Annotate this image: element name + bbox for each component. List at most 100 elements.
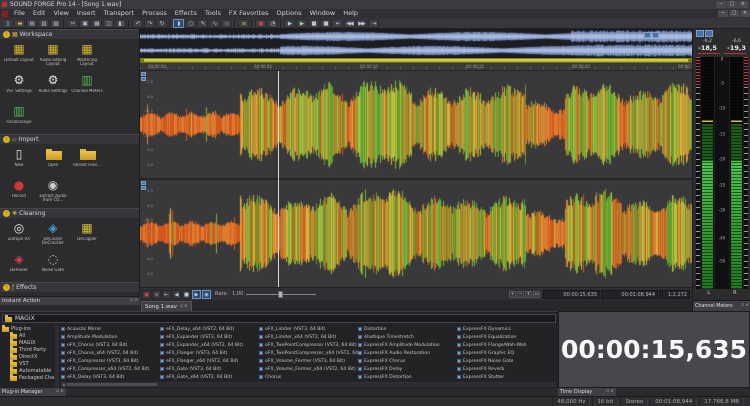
selection-end-box[interactable]: 00:01:08,944 [601,290,658,299]
close-tab-icon[interactable]: × [745,303,749,309]
pencil-tool-button[interactable]: ✎ [197,19,208,28]
menu-help[interactable]: Help [339,9,362,18]
loop-playback-button[interactable]: ∞ [152,290,161,299]
waveform-right-channel[interactable] [140,180,692,287]
tile-record[interactable]: ●Record [3,177,36,207]
tile-open[interactable]: Open [37,146,70,176]
plugin-item[interactable]: Amplitude Modulation [61,333,160,341]
maximize-icon[interactable]: □ [727,1,737,8]
go-to-start-button[interactable]: ⇤ [162,290,171,299]
stop-button[interactable]: ■ [182,290,191,299]
plugin-item[interactable]: eFX_TwoPointCompressor (VST3, 64 Bit) [259,341,358,349]
plugin-item[interactable]: ExpressFX Reverb [457,365,556,373]
plugin-item[interactable]: eFX_TwoPointCompressor_x64 (VST2, 64 Bit… [259,349,358,357]
zoom-out-time-button[interactable]: − [517,291,524,298]
tree-scrollbar[interactable] [55,325,59,387]
doc-restore-icon[interactable]: □ [729,10,739,17]
plugin-item[interactable]: ExpressFX Flange/Wah-Wah [457,341,556,349]
document-tab[interactable]: Song 1.wav ▫× [141,301,192,311]
tile-default-layout[interactable]: ▦Default Layout [3,41,36,71]
float-tab-icon[interactable]: ▫ [606,389,609,395]
render-as-button[interactable]: ▧ [50,19,61,28]
tile-channel-meters[interactable]: ▥Channel Meters [71,72,104,102]
plugin-list-scrollbar[interactable]: ◂ [61,382,556,387]
plugin-item[interactable]: eFX_Volume_Former (VST3, 64 Bit) [259,357,358,365]
undo-button[interactable]: ↶ [132,19,143,28]
overview-option-icon[interactable] [652,32,659,38]
close-tab-icon[interactable]: × [60,389,64,395]
tile-vst-settings[interactable]: ⚙VST Settings [3,72,36,102]
tree-item-vst[interactable]: VST [2,360,54,367]
time-ruler[interactable]: 00:00:0000:00:0500:00:1000:00:1500:00:20… [140,63,692,71]
tile-declicker-decrackler[interactable]: ◈DeClicker DeCrackler [37,220,70,250]
scroll-left-icon[interactable]: ◂ [61,382,66,387]
record-options-button[interactable]: ● [255,19,266,28]
metronome-button[interactable]: ◔ [267,19,278,28]
tree-item-third-party[interactable]: Third Party [2,346,54,353]
menu-edit[interactable]: Edit [29,9,50,18]
float-tab-icon[interactable]: ▫ [741,303,744,309]
play-all-button[interactable]: ▶ [284,19,295,28]
plugin-item[interactable]: ExpressFX Noise Gate [457,357,556,365]
tree-item-magix[interactable]: MAGIX [2,339,54,346]
section-header-cleaning[interactable]: ‹✚Cleaning [0,208,139,218]
menu-transport[interactable]: Transport [100,9,139,18]
menu-window[interactable]: Window [306,9,340,18]
scrub-control-button[interactable]: ◉ [202,290,211,299]
plugin-item[interactable]: eFX_Volume_Former_x64 (VST2, 64 Bit) [259,365,358,373]
plugin-item[interactable]: eFX_Expander_x64 (VST2, 64 Bit) [160,341,259,349]
collapse-icon[interactable]: ‹ [3,210,10,217]
plugin-item[interactable]: eFX_Delay (VST3, 64 Bit) [61,373,160,381]
minimize-icon[interactable]: ─ [716,1,726,8]
forward-button[interactable]: ▶▶ [356,19,367,28]
record-button[interactable]: ● [142,290,151,299]
meter-bar-right[interactable] [729,57,744,289]
redo-button[interactable]: ↷ [144,19,155,28]
tile-audio-settings[interactable]: ⚙Audio Settings [37,72,70,102]
plugin-item[interactable]: eFX_Chorus_x64 (VST2, 64 Bit) [61,349,160,357]
float-tab-icon[interactable]: ▫ [130,298,133,304]
plugin-item[interactable]: eFX_Flanger_x64 (VST2, 64 Bit) [160,357,259,365]
channel-option-icon[interactable] [141,72,146,76]
time-display-tab[interactable]: Time Display ▫× [558,388,616,396]
tree-item-packaged-chains[interactable]: Packaged Chains [2,374,54,381]
doc-close-icon[interactable]: × [740,10,750,17]
new-file-button[interactable]: ▯ [2,19,13,28]
doc-minimize-icon[interactable]: ─ [718,10,728,17]
repeat-button[interactable]: ↻ [156,19,167,28]
plugin-manager-tab[interactable]: Plug-in Manager ▫× [0,388,66,396]
plugin-item[interactable]: eFX_Gate (VST3, 64 Bit) [160,365,259,373]
magnify-tool-button[interactable]: ○ [185,19,196,28]
close-tab-icon[interactable]: × [134,298,138,304]
channel-option-icon[interactable] [141,77,146,81]
meter-option-icon[interactable] [705,30,713,37]
go-to-end-button[interactable]: ⇥ [368,19,379,28]
tile-audio-editing-layout[interactable]: ▦Audio Editing Layout [37,41,70,71]
instant-action-tab[interactable]: Instant Action ▫× [0,296,140,305]
plugin-item[interactable]: ExpressFX Chorus [358,357,457,365]
cursor-position-box[interactable]: 00:00:15,635 [543,290,600,299]
plugin-search-field[interactable]: MAGIX [2,314,556,323]
channel-meters-tab[interactable]: Channel Meters ▫× [693,300,750,311]
meter-bar-left[interactable] [700,57,715,289]
close-tab-icon[interactable]: × [184,304,188,310]
plugin-item[interactable]: eFX_Flanger (VST3, 64 Bit) [160,349,259,357]
plugin-item[interactable]: ExpressFX Delay [358,365,457,373]
float-tab-icon[interactable]: ▫ [56,389,59,395]
rewind-button[interactable]: ◀◀ [344,19,355,28]
plugin-item[interactable]: élastique Timestretch [358,333,457,341]
waveform-area[interactable]: -2,5-6,0-12,5-Inf.-12,5-6,0-2,5 -2,5-6,0… [140,71,692,287]
overview-waveform[interactable] [140,29,692,58]
mix-button[interactable]: ◧ [115,19,126,28]
menu-options[interactable]: Options [273,9,306,18]
float-tab-icon[interactable]: ▫ [180,304,183,310]
edit-tool-button[interactable]: ▮ [173,19,184,28]
rate-value[interactable]: 1,00 [232,291,243,297]
section-header-import[interactable]: ‹▱Import [0,134,139,144]
plugin-item[interactable]: Chorus [259,373,358,381]
meter-option-icon[interactable] [696,30,704,37]
tree-item-directx[interactable]: DirectX [2,353,54,360]
tile-izotope-rx[interactable]: ◎iZotope RX [3,220,36,250]
snapping-button[interactable]: ≡ [238,19,249,28]
save-button[interactable]: ▤ [26,19,37,28]
